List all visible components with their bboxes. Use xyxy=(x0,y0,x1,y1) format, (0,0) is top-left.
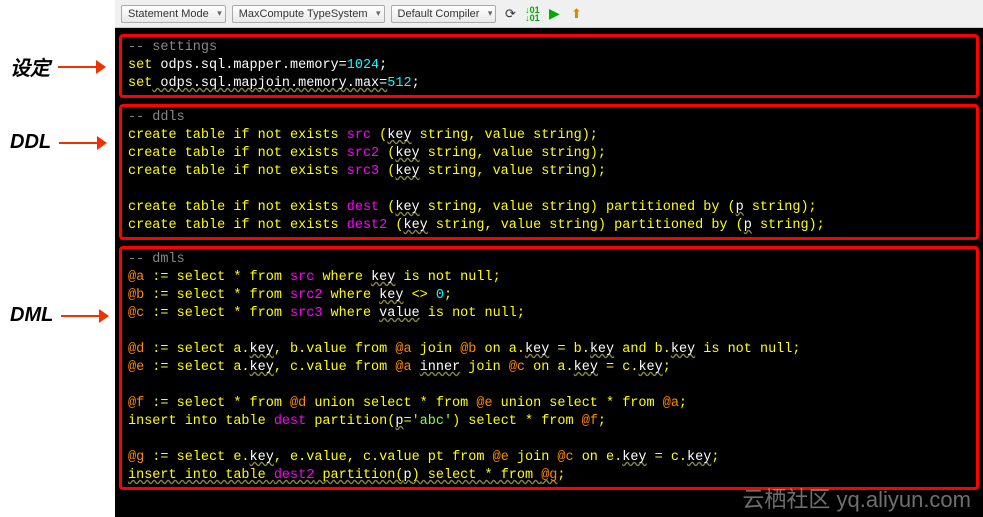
code-line: set odps.sql.mapjoin.memory.max=512; xyxy=(128,75,970,93)
label-settings: 设定 xyxy=(0,52,115,81)
sort-icon[interactable]: ↓01↓01 xyxy=(524,6,540,22)
code-line: @f := select * from @d union select * fr… xyxy=(128,395,970,413)
code-line: @d := select a.key, b.value from @a join… xyxy=(128,341,970,359)
code-line: @b := select * from src2 where key <> 0; xyxy=(128,287,970,305)
run-icon[interactable]: ▶ xyxy=(546,6,562,22)
code-line: -- ddls xyxy=(128,110,185,125)
code-line: -- settings xyxy=(128,40,217,55)
annotation-labels: 设定 DDL DML xyxy=(0,0,115,517)
arrow-icon xyxy=(59,142,99,144)
code-line: @e := select a.key, c.value from @a inne… xyxy=(128,359,970,377)
stop-icon[interactable]: ⬆ xyxy=(568,6,584,22)
code-line: create table if not exists src (key stri… xyxy=(128,127,970,145)
code-line: insert into table dest2 partition(p) sel… xyxy=(128,467,970,485)
statement-mode-dropdown[interactable]: Statement Mode xyxy=(121,5,226,23)
arrow-icon xyxy=(58,66,98,68)
label-ddl: DDL xyxy=(0,131,115,154)
code-line: @c := select * from src3 where value is … xyxy=(128,305,970,323)
code-editor[interactable]: -- settings set odps.sql.mapper.memory=1… xyxy=(115,28,983,517)
code-line: set odps.sql.mapper.memory=1024; xyxy=(128,57,970,75)
code-line: @g := select e.key, e.value, c.value pt … xyxy=(128,449,970,467)
label-dml: DML xyxy=(0,304,115,327)
code-line: @a := select * from src where key is not… xyxy=(128,269,970,287)
code-line: create table if not exists src3 (key str… xyxy=(128,163,970,181)
compiler-dropdown[interactable]: Default Compiler xyxy=(391,5,497,23)
code-line: create table if not exists dest (key str… xyxy=(128,199,970,217)
label-dml-text: DML xyxy=(10,304,53,327)
code-line: create table if not exists src2 (key str… xyxy=(128,145,970,163)
label-ddl-text: DDL xyxy=(10,131,51,154)
code-line: create table if not exists dest2 (key st… xyxy=(128,217,970,235)
code-line: -- dmls xyxy=(128,252,185,267)
typesystem-dropdown[interactable]: MaxCompute TypeSystem xyxy=(232,5,385,23)
watermark: 云栖社区 yq.aliyun.com xyxy=(742,491,971,509)
ddl-block: -- ddls create table if not exists src (… xyxy=(119,104,979,240)
arrow-icon xyxy=(61,315,101,317)
toolbar: Statement Mode MaxCompute TypeSystem Def… xyxy=(115,0,983,28)
dml-block: -- dmls @a := select * from src where ke… xyxy=(119,246,979,490)
sync-icon[interactable]: ⟳ xyxy=(502,6,518,22)
label-settings-text: 设定 xyxy=(10,52,50,81)
code-line: insert into table dest partition(p='abc'… xyxy=(128,413,970,431)
settings-block: -- settings set odps.sql.mapper.memory=1… xyxy=(119,34,979,98)
